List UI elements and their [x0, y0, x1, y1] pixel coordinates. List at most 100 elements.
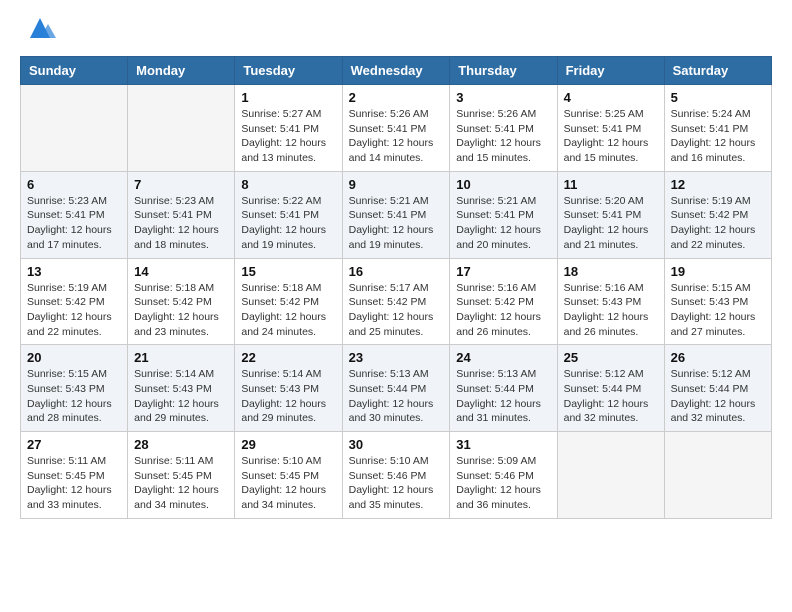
day-number: 20 — [27, 350, 121, 365]
calendar-week-4: 20 Sunrise: 5:15 AMSunset: 5:43 PMDayligh… — [21, 345, 772, 432]
calendar-cell: 6 Sunrise: 5:23 AMSunset: 5:41 PMDaylight… — [21, 171, 128, 258]
day-number: 6 — [27, 177, 121, 192]
day-header-thursday: Thursday — [450, 57, 557, 85]
day-info: Sunrise: 5:26 AMSunset: 5:41 PMDaylight:… — [456, 107, 550, 166]
day-info: Sunrise: 5:09 AMSunset: 5:46 PMDaylight:… — [456, 454, 550, 513]
day-number: 29 — [241, 437, 335, 452]
day-info: Sunrise: 5:26 AMSunset: 5:41 PMDaylight:… — [349, 107, 444, 166]
day-info: Sunrise: 5:16 AMSunset: 5:43 PMDaylight:… — [564, 281, 658, 340]
logo — [20, 20, 58, 46]
day-number: 8 — [241, 177, 335, 192]
day-header-sunday: Sunday — [21, 57, 128, 85]
day-info: Sunrise: 5:12 AMSunset: 5:44 PMDaylight:… — [564, 367, 658, 426]
calendar-cell: 19 Sunrise: 5:15 AMSunset: 5:43 PMDayligh… — [664, 258, 771, 345]
calendar-cell: 15 Sunrise: 5:18 AMSunset: 5:42 PMDayligh… — [235, 258, 342, 345]
calendar-cell: 13 Sunrise: 5:19 AMSunset: 5:42 PMDayligh… — [21, 258, 128, 345]
calendar-cell: 24 Sunrise: 5:13 AMSunset: 5:44 PMDayligh… — [450, 345, 557, 432]
day-number: 14 — [134, 264, 228, 279]
day-header-monday: Monday — [128, 57, 235, 85]
day-number: 4 — [564, 90, 658, 105]
day-number: 11 — [564, 177, 658, 192]
calendar-week-2: 6 Sunrise: 5:23 AMSunset: 5:41 PMDaylight… — [21, 171, 772, 258]
calendar-cell: 14 Sunrise: 5:18 AMSunset: 5:42 PMDayligh… — [128, 258, 235, 345]
day-info: Sunrise: 5:10 AMSunset: 5:46 PMDaylight:… — [349, 454, 444, 513]
day-number: 12 — [671, 177, 765, 192]
day-info: Sunrise: 5:19 AMSunset: 5:42 PMDaylight:… — [27, 281, 121, 340]
day-header-wednesday: Wednesday — [342, 57, 450, 85]
day-number: 16 — [349, 264, 444, 279]
day-info: Sunrise: 5:13 AMSunset: 5:44 PMDaylight:… — [349, 367, 444, 426]
day-number: 17 — [456, 264, 550, 279]
day-header-friday: Friday — [557, 57, 664, 85]
calendar-week-5: 27 Sunrise: 5:11 AMSunset: 5:45 PMDayligh… — [21, 432, 772, 519]
day-info: Sunrise: 5:27 AMSunset: 5:41 PMDaylight:… — [241, 107, 335, 166]
calendar-week-1: 1 Sunrise: 5:27 AMSunset: 5:41 PMDaylight… — [21, 85, 772, 172]
day-info: Sunrise: 5:11 AMSunset: 5:45 PMDaylight:… — [134, 454, 228, 513]
day-info: Sunrise: 5:13 AMSunset: 5:44 PMDaylight:… — [456, 367, 550, 426]
day-number: 21 — [134, 350, 228, 365]
day-number: 23 — [349, 350, 444, 365]
day-number: 2 — [349, 90, 444, 105]
day-number: 19 — [671, 264, 765, 279]
calendar-cell: 31 Sunrise: 5:09 AMSunset: 5:46 PMDayligh… — [450, 432, 557, 519]
calendar-cell: 7 Sunrise: 5:23 AMSunset: 5:41 PMDaylight… — [128, 171, 235, 258]
calendar-cell: 11 Sunrise: 5:20 AMSunset: 5:41 PMDayligh… — [557, 171, 664, 258]
calendar-cell: 22Sunrise: 5:14 AMSunset: 5:43 PMDayligh… — [235, 345, 342, 432]
day-header-saturday: Saturday — [664, 57, 771, 85]
day-info: Sunrise: 5:19 AMSunset: 5:42 PMDaylight:… — [671, 194, 765, 253]
calendar-cell: 10Sunrise: 5:21 AMSunset: 5:41 PMDayligh… — [450, 171, 557, 258]
calendar-cell: 27 Sunrise: 5:11 AMSunset: 5:45 PMDayligh… — [21, 432, 128, 519]
calendar-cell: 17 Sunrise: 5:16 AMSunset: 5:42 PMDayligh… — [450, 258, 557, 345]
calendar-cell: 16 Sunrise: 5:17 AMSunset: 5:42 PMDayligh… — [342, 258, 450, 345]
calendar-cell: 2 Sunrise: 5:26 AMSunset: 5:41 PMDaylight… — [342, 85, 450, 172]
page-header — [20, 20, 772, 46]
day-number: 31 — [456, 437, 550, 452]
day-info: Sunrise: 5:15 AMSunset: 5:43 PMDaylight:… — [27, 367, 121, 426]
calendar-cell: 9Sunrise: 5:21 AMSunset: 5:41 PMDaylight… — [342, 171, 450, 258]
day-info: Sunrise: 5:25 AMSunset: 5:41 PMDaylight:… — [564, 107, 658, 166]
day-number: 26 — [671, 350, 765, 365]
day-number: 30 — [349, 437, 444, 452]
day-info: Sunrise: 5:18 AMSunset: 5:42 PMDaylight:… — [134, 281, 228, 340]
day-number: 13 — [27, 264, 121, 279]
day-info: Sunrise: 5:23 AMSunset: 5:41 PMDaylight:… — [27, 194, 121, 253]
day-number: 22 — [241, 350, 335, 365]
day-info: Sunrise: 5:11 AMSunset: 5:45 PMDaylight:… — [27, 454, 121, 513]
day-number: 10 — [456, 177, 550, 192]
day-info: Sunrise: 5:16 AMSunset: 5:42 PMDaylight:… — [456, 281, 550, 340]
calendar-cell: 18Sunrise: 5:16 AMSunset: 5:43 PMDayligh… — [557, 258, 664, 345]
calendar-header-row: SundayMondayTuesdayWednesdayThursdayFrid… — [21, 57, 772, 85]
calendar-cell: 3Sunrise: 5:26 AMSunset: 5:41 PMDaylight… — [450, 85, 557, 172]
calendar-cell — [128, 85, 235, 172]
day-info: Sunrise: 5:10 AMSunset: 5:45 PMDaylight:… — [241, 454, 335, 513]
calendar-cell: 5Sunrise: 5:24 AMSunset: 5:41 PMDaylight… — [664, 85, 771, 172]
day-info: Sunrise: 5:20 AMSunset: 5:41 PMDaylight:… — [564, 194, 658, 253]
day-info: Sunrise: 5:15 AMSunset: 5:43 PMDaylight:… — [671, 281, 765, 340]
calendar-cell: 20 Sunrise: 5:15 AMSunset: 5:43 PMDayligh… — [21, 345, 128, 432]
day-info: Sunrise: 5:23 AMSunset: 5:41 PMDaylight:… — [134, 194, 228, 253]
calendar-cell: 29 Sunrise: 5:10 AMSunset: 5:45 PMDayligh… — [235, 432, 342, 519]
day-number: 1 — [241, 90, 335, 105]
calendar-cell: 25Sunrise: 5:12 AMSunset: 5:44 PMDayligh… — [557, 345, 664, 432]
calendar-cell: 4 Sunrise: 5:25 AMSunset: 5:41 PMDaylight… — [557, 85, 664, 172]
day-number: 27 — [27, 437, 121, 452]
calendar-cell — [664, 432, 771, 519]
logo-icon — [22, 10, 58, 46]
day-number: 15 — [241, 264, 335, 279]
calendar-cell — [557, 432, 664, 519]
calendar-cell — [21, 85, 128, 172]
calendar-week-3: 13 Sunrise: 5:19 AMSunset: 5:42 PMDayligh… — [21, 258, 772, 345]
day-info: Sunrise: 5:21 AMSunset: 5:41 PMDaylight:… — [349, 194, 444, 253]
day-info: Sunrise: 5:22 AMSunset: 5:41 PMDaylight:… — [241, 194, 335, 253]
day-info: Sunrise: 5:24 AMSunset: 5:41 PMDaylight:… — [671, 107, 765, 166]
calendar-cell: 30 Sunrise: 5:10 AMSunset: 5:46 PMDayligh… — [342, 432, 450, 519]
day-number: 24 — [456, 350, 550, 365]
day-info: Sunrise: 5:12 AMSunset: 5:44 PMDaylight:… — [671, 367, 765, 426]
day-info: Sunrise: 5:17 AMSunset: 5:42 PMDaylight:… — [349, 281, 444, 340]
day-header-tuesday: Tuesday — [235, 57, 342, 85]
day-number: 7 — [134, 177, 228, 192]
day-info: Sunrise: 5:18 AMSunset: 5:42 PMDaylight:… — [241, 281, 335, 340]
calendar-cell: 8 Sunrise: 5:22 AMSunset: 5:41 PMDaylight… — [235, 171, 342, 258]
calendar-cell: 28Sunrise: 5:11 AMSunset: 5:45 PMDayligh… — [128, 432, 235, 519]
calendar-cell: 1 Sunrise: 5:27 AMSunset: 5:41 PMDaylight… — [235, 85, 342, 172]
